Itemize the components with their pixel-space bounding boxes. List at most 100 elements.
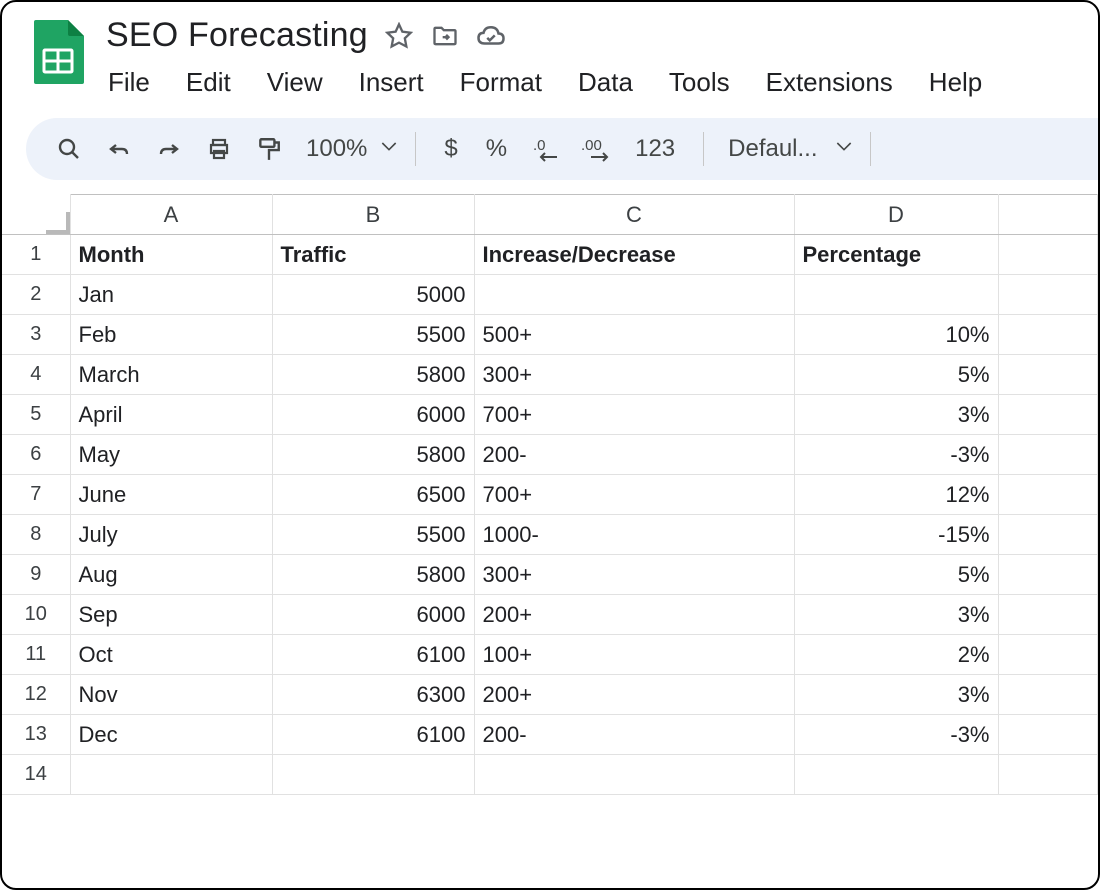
cell[interactable] [998, 515, 1098, 555]
cell[interactable] [794, 755, 998, 795]
cell[interactable]: 300+ [474, 355, 794, 395]
cell[interactable]: 5000 [272, 275, 474, 315]
cell[interactable] [998, 715, 1098, 755]
cell[interactable]: June [70, 475, 272, 515]
cell[interactable]: 200- [474, 435, 794, 475]
cell[interactable]: Feb [70, 315, 272, 355]
cell[interactable]: 300+ [474, 555, 794, 595]
row-header[interactable]: 8 [2, 515, 70, 555]
row-header[interactable]: 1 [2, 235, 70, 275]
document-title[interactable]: SEO Forecasting [106, 16, 368, 55]
cell[interactable]: 6100 [272, 635, 474, 675]
cell[interactable]: 5800 [272, 355, 474, 395]
cloud-status-icon[interactable] [476, 21, 506, 51]
cell[interactable]: -3% [794, 715, 998, 755]
cell[interactable] [998, 675, 1098, 715]
cell[interactable] [998, 395, 1098, 435]
row-header[interactable]: 10 [2, 595, 70, 635]
cell[interactable]: Increase/Decrease [474, 235, 794, 275]
cell[interactable]: 3% [794, 675, 998, 715]
move-folder-icon[interactable] [430, 21, 460, 51]
cell[interactable]: 700+ [474, 395, 794, 435]
col-header-D[interactable]: D [794, 195, 998, 235]
cell[interactable]: Percentage [794, 235, 998, 275]
cell[interactable] [272, 755, 474, 795]
col-header-B[interactable]: B [272, 195, 474, 235]
cell[interactable] [794, 275, 998, 315]
cell[interactable]: Jan [70, 275, 272, 315]
cell[interactable]: 1000- [474, 515, 794, 555]
cell[interactable]: 500+ [474, 315, 794, 355]
menu-file[interactable]: File [106, 63, 152, 102]
cell[interactable] [474, 275, 794, 315]
sheets-logo-icon[interactable] [30, 20, 84, 84]
row-header[interactable]: 9 [2, 555, 70, 595]
decrease-decimal-icon[interactable]: .0 [525, 128, 567, 170]
cell[interactable]: 6500 [272, 475, 474, 515]
font-dropdown-icon[interactable] [836, 140, 852, 159]
cell[interactable]: 5% [794, 555, 998, 595]
row-header[interactable]: 14 [2, 755, 70, 795]
cell[interactable]: 5% [794, 355, 998, 395]
format-percent-button[interactable]: % [476, 135, 517, 163]
menu-tools[interactable]: Tools [667, 63, 732, 102]
cell[interactable]: Sep [70, 595, 272, 635]
cell[interactable]: Month [70, 235, 272, 275]
cell[interactable]: 6100 [272, 715, 474, 755]
row-header[interactable]: 13 [2, 715, 70, 755]
row-header[interactable]: 3 [2, 315, 70, 355]
menu-format[interactable]: Format [458, 63, 544, 102]
cell[interactable]: 5500 [272, 515, 474, 555]
cell[interactable]: 700+ [474, 475, 794, 515]
zoom-level[interactable]: 100% [298, 135, 371, 163]
menu-view[interactable]: View [265, 63, 325, 102]
cell[interactable]: 200- [474, 715, 794, 755]
menu-extensions[interactable]: Extensions [764, 63, 895, 102]
cell[interactable] [998, 755, 1098, 795]
paint-format-icon[interactable] [248, 128, 290, 170]
cell[interactable]: 200+ [474, 595, 794, 635]
cell[interactable]: 6000 [272, 395, 474, 435]
cell[interactable]: 3% [794, 395, 998, 435]
search-icon[interactable] [48, 128, 90, 170]
row-header[interactable]: 4 [2, 355, 70, 395]
cell[interactable] [998, 315, 1098, 355]
cell[interactable]: 10% [794, 315, 998, 355]
more-formats-button[interactable]: 123 [625, 135, 685, 163]
cell[interactable] [998, 275, 1098, 315]
menu-data[interactable]: Data [576, 63, 635, 102]
format-currency-button[interactable]: $ [434, 135, 467, 163]
cell[interactable]: Oct [70, 635, 272, 675]
row-header[interactable]: 2 [2, 275, 70, 315]
cell[interactable]: -15% [794, 515, 998, 555]
cell[interactable]: March [70, 355, 272, 395]
cell[interactable]: Aug [70, 555, 272, 595]
redo-icon[interactable] [148, 128, 190, 170]
undo-icon[interactable] [98, 128, 140, 170]
cell[interactable]: April [70, 395, 272, 435]
cell[interactable] [998, 355, 1098, 395]
cell[interactable] [998, 555, 1098, 595]
cell[interactable]: 2% [794, 635, 998, 675]
cell[interactable] [998, 435, 1098, 475]
cell[interactable] [998, 235, 1098, 275]
row-header[interactable]: 12 [2, 675, 70, 715]
cell[interactable]: 6300 [272, 675, 474, 715]
col-header-A[interactable]: A [70, 195, 272, 235]
col-header-C[interactable]: C [474, 195, 794, 235]
row-header[interactable]: 5 [2, 395, 70, 435]
select-all-corner[interactable] [2, 195, 70, 235]
star-icon[interactable] [384, 21, 414, 51]
row-header[interactable]: 11 [2, 635, 70, 675]
cell[interactable]: 200+ [474, 675, 794, 715]
cell[interactable]: 3% [794, 595, 998, 635]
menu-insert[interactable]: Insert [357, 63, 426, 102]
cell[interactable]: 12% [794, 475, 998, 515]
cell[interactable] [70, 755, 272, 795]
cell[interactable]: -3% [794, 435, 998, 475]
cell[interactable] [998, 595, 1098, 635]
row-header[interactable]: 6 [2, 435, 70, 475]
cell[interactable]: 100+ [474, 635, 794, 675]
cell[interactable]: Traffic [272, 235, 474, 275]
cell[interactable]: 5800 [272, 435, 474, 475]
